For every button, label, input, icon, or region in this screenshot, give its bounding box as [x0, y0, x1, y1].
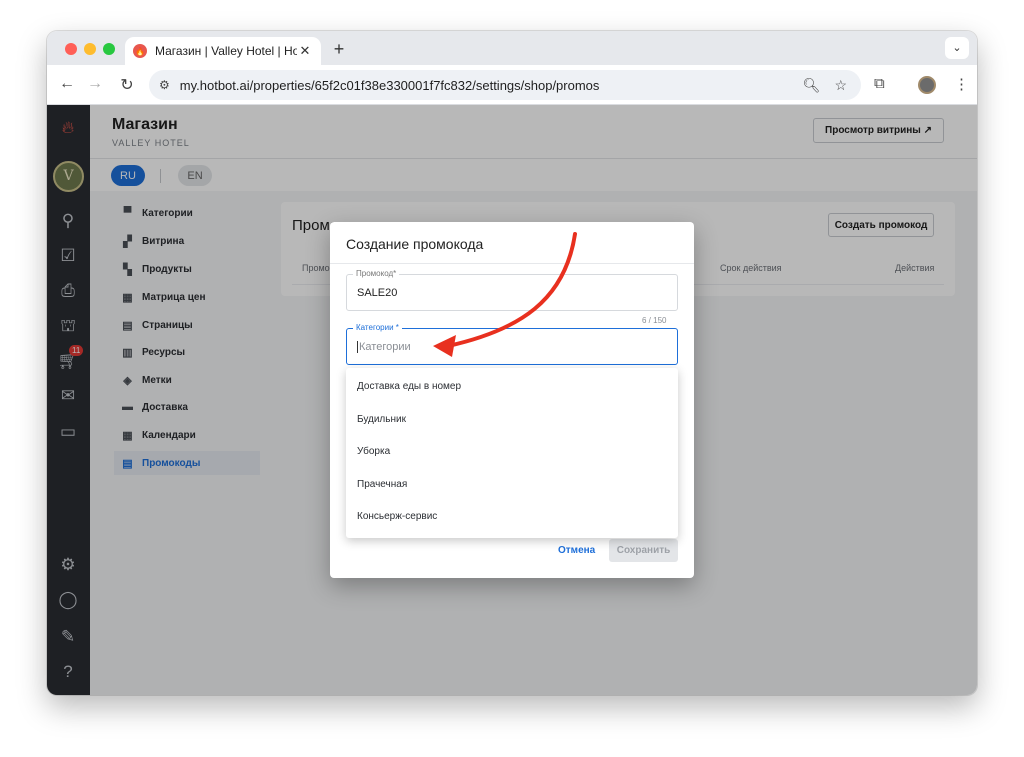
maximize-window-button[interactable] — [103, 43, 115, 55]
profile-avatar[interactable] — [918, 76, 936, 94]
create-promo-dialog: Создание промокода Промокод* SALE20 6 / … — [330, 222, 694, 578]
site-settings-icon[interactable]: ⚙ — [159, 78, 170, 92]
category-option[interactable]: Прачечная — [346, 468, 678, 500]
close-window-button[interactable] — [65, 43, 77, 55]
category-option[interactable]: Консьерж-сервис — [346, 500, 678, 532]
dialog-title: Создание промокода — [346, 236, 484, 252]
browser-window: 🔥 Магазин | Valley Hotel | Hotbot ✕ + ⌄ … — [47, 31, 977, 695]
hotbot-favicon-icon: 🔥 — [133, 44, 147, 58]
categories-dropdown: Доставка еды в номер Будильник Уборка Пр… — [346, 368, 678, 538]
new-tab-icon[interactable]: + — [329, 39, 349, 60]
categories-placeholder: Категории — [357, 341, 411, 353]
forward-icon[interactable]: → — [85, 75, 105, 93]
tab-strip: 🔥 Магазин | Valley Hotel | Hotbot ✕ + ⌄ — [47, 31, 977, 65]
categories-label: Категории * — [353, 323, 402, 332]
category-option[interactable]: Доставка еды в номер — [346, 370, 678, 402]
back-icon[interactable]: ← — [57, 75, 77, 93]
promo-code-field[interactable]: Промокод* SALE20 — [346, 269, 678, 311]
cancel-button[interactable]: Отмена — [558, 545, 595, 556]
browser-tab[interactable]: 🔥 Магазин | Valley Hotel | Hotbot ✕ — [125, 37, 321, 65]
tab-title: Магазин | Valley Hotel | Hotbot — [155, 44, 297, 58]
categories-field[interactable]: Категории * Категории — [346, 323, 678, 365]
zoom-icon[interactable]: 🔍︎ — [803, 77, 821, 94]
tab-search-chevron-icon[interactable]: ⌄ — [945, 37, 969, 59]
minimize-window-button[interactable] — [84, 43, 96, 55]
char-counter: 6 / 150 — [642, 316, 667, 325]
url-text: my.hotbot.ai/properties/65f2c01f38e33000… — [179, 77, 600, 93]
browser-menu-icon[interactable]: ⋮ — [954, 75, 969, 93]
promo-code-label: Промокод* — [353, 269, 400, 278]
dialog-divider — [330, 263, 694, 264]
bookmark-star-icon[interactable]: ☆ — [834, 77, 847, 94]
category-option[interactable]: Уборка — [346, 435, 678, 467]
category-option[interactable]: Будильник — [346, 403, 678, 435]
promo-code-value: SALE20 — [357, 287, 398, 299]
app-area: 🔥︎ V ⚲ ☑ ⎙ ⛫ 🛒︎ 11 ✉ ▭ ⚙ ◯ ✎ ? Магазин V… — [47, 105, 977, 695]
address-bar[interactable]: ⚙ my.hotbot.ai/properties/65f2c01f38e330… — [149, 70, 861, 100]
close-tab-icon[interactable]: ✕ — [297, 43, 313, 59]
save-button[interactable]: Сохранить — [609, 539, 678, 562]
extensions-icon[interactable]: ⧉ — [874, 75, 885, 92]
browser-toolbar: ← → ↻ ⚙ my.hotbot.ai/properties/65f2c01f… — [47, 65, 977, 105]
reload-icon[interactable]: ↻ — [117, 75, 137, 95]
